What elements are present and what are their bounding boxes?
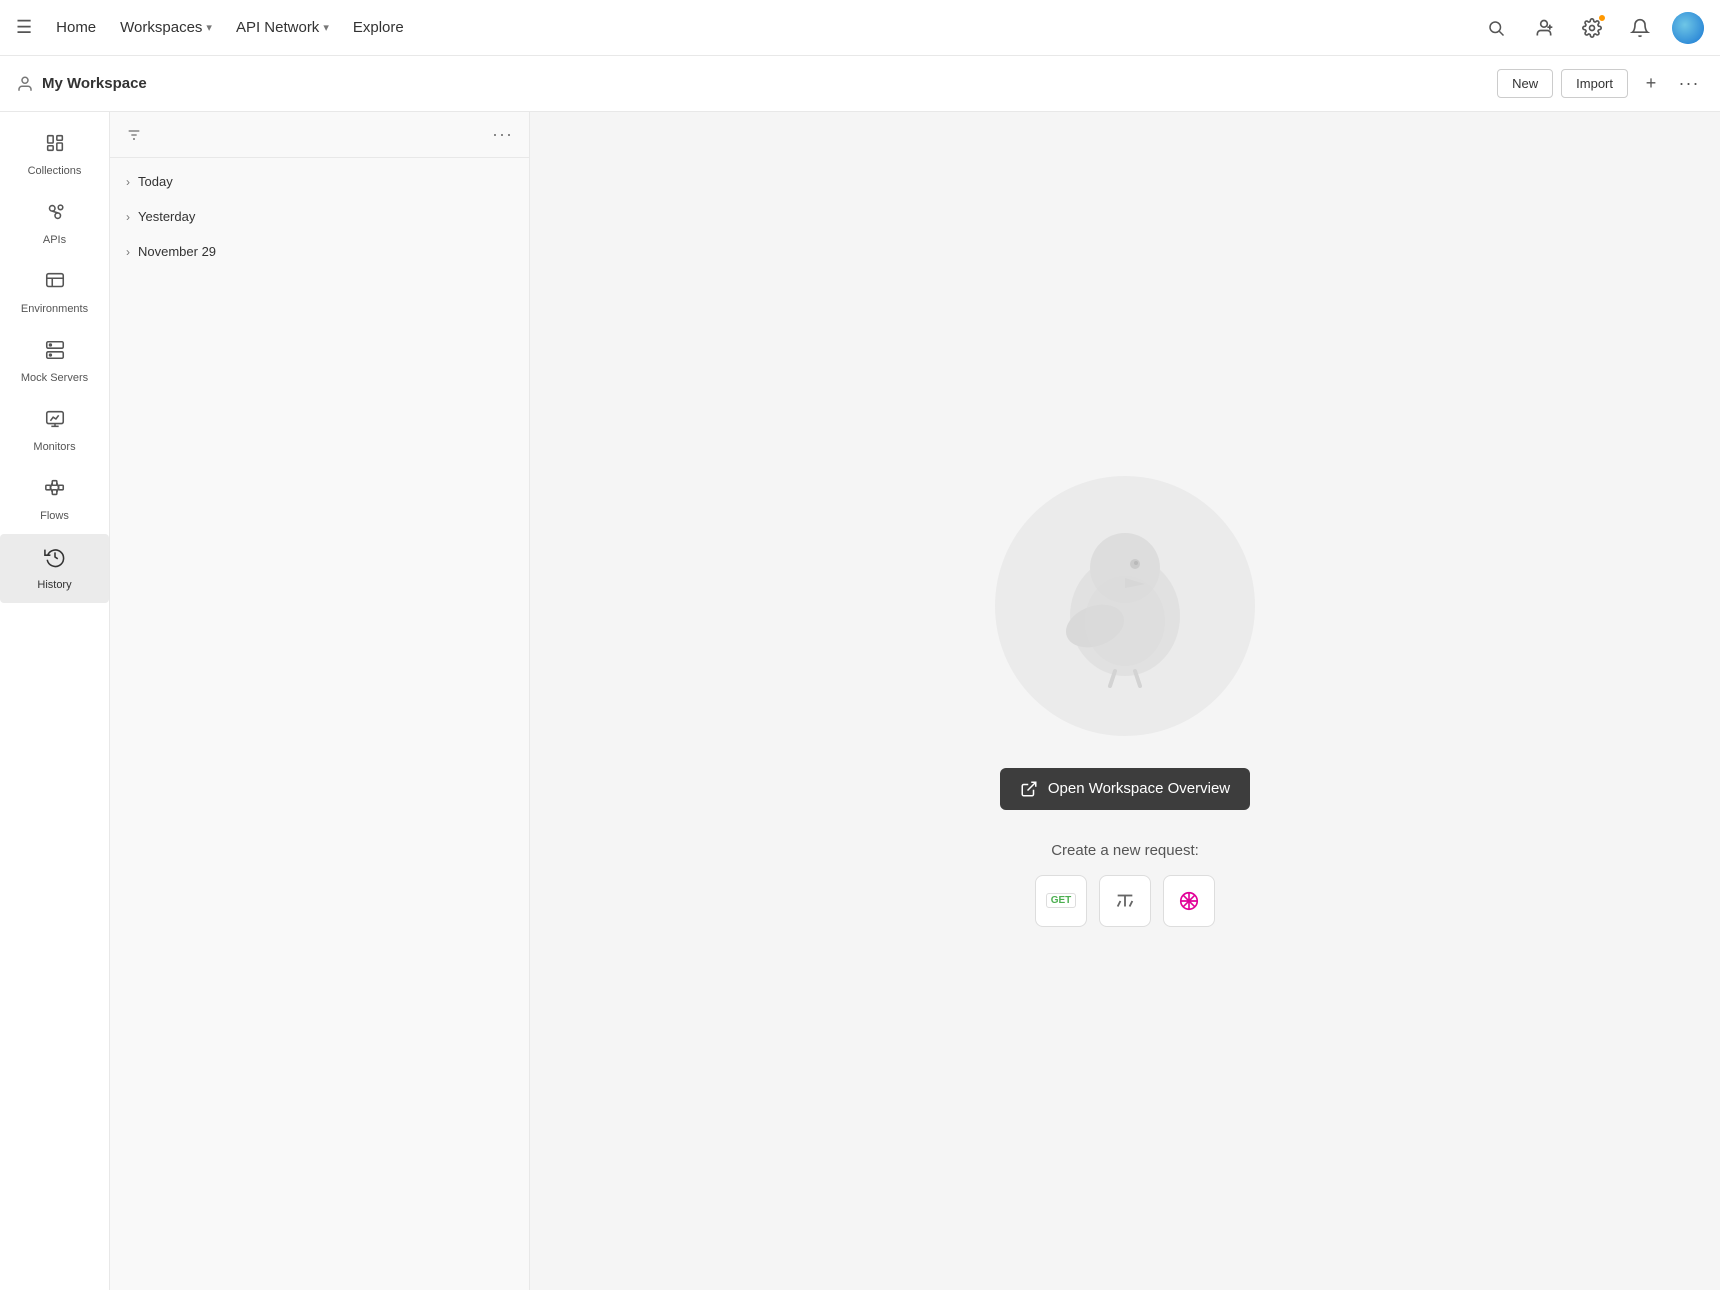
get-label: GET: [1046, 893, 1077, 908]
history-icon: [44, 546, 66, 574]
sidebar-item-environments[interactable]: Environments: [0, 258, 109, 327]
yesterday-label: Yesterday: [138, 209, 195, 224]
nov29-label: November 29: [138, 244, 216, 259]
sidebar-item-mock-servers[interactable]: Mock Servers: [0, 327, 109, 396]
mock-servers-icon: [44, 339, 66, 367]
mock-servers-label: Mock Servers: [21, 372, 88, 384]
history-group-today-header[interactable]: › Today: [110, 166, 529, 197]
history-search-input[interactable]: [150, 127, 484, 142]
filter-icon: [126, 127, 142, 143]
flows-icon: [44, 477, 66, 505]
import-button[interactable]: Import: [1561, 69, 1628, 98]
sidebar-item-collections[interactable]: Collections: [0, 120, 109, 189]
top-nav: ☰ Home Workspaces ▾ API Network ▾ Explor…: [0, 0, 1720, 56]
environments-label: Environments: [21, 303, 88, 315]
sidebar: Collections APIs Environm: [0, 112, 110, 1290]
history-group-today: › Today: [110, 166, 529, 197]
history-group-nov29-header[interactable]: › November 29: [110, 236, 529, 267]
open-workspace-overview-button[interactable]: Open Workspace Overview: [1000, 768, 1250, 810]
plus-icon: +: [1646, 73, 1657, 94]
history-panel: ··· › Today › Yesterday › November 29: [110, 112, 530, 1290]
search-button[interactable]: [1480, 12, 1512, 44]
add-button[interactable]: +: [1636, 69, 1666, 99]
external-link-icon: [1020, 780, 1038, 798]
sidebar-item-apis[interactable]: APIs: [0, 189, 109, 258]
more-icon: ···: [1679, 73, 1700, 94]
history-group-yesterday-header[interactable]: › Yesterday: [110, 201, 529, 232]
notifications-button[interactable]: [1624, 12, 1656, 44]
user-avatar[interactable]: [1672, 12, 1704, 44]
chevron-right-icon: ›: [126, 210, 130, 224]
search-icon: [1487, 19, 1505, 37]
more-options-button[interactable]: ···: [1674, 69, 1704, 99]
sidebar-item-flows[interactable]: Flows: [0, 465, 109, 534]
today-label: Today: [138, 174, 173, 189]
add-collaborator-button[interactable]: [1528, 12, 1560, 44]
history-group-nov29: › November 29: [110, 236, 529, 267]
history-list: › Today › Yesterday › November 29: [110, 158, 529, 1290]
history-label: History: [37, 579, 71, 591]
history-panel-header: ···: [110, 112, 529, 158]
apis-icon: [44, 201, 66, 229]
workspace-bar: My Workspace New Import + ···: [0, 56, 1720, 112]
settings-notification-dot: [1598, 14, 1606, 22]
monitors-label: Monitors: [33, 441, 75, 453]
workspace-actions: New Import + ···: [1497, 69, 1704, 99]
avatar-image: [1672, 12, 1704, 44]
bird-svg: [1035, 516, 1215, 696]
nav-api-network[interactable]: API Network ▾: [236, 19, 329, 36]
new-button[interactable]: New: [1497, 69, 1553, 98]
main-content: Open Workspace Overview Create a new req…: [530, 112, 1720, 1290]
history-group-yesterday: › Yesterday: [110, 201, 529, 232]
sidebar-item-history[interactable]: History: [0, 534, 109, 603]
graphql-icon: [1178, 890, 1200, 912]
main-layout: Collections APIs Environm: [0, 112, 1720, 1290]
postman-illustration: [995, 476, 1255, 736]
http-request-button[interactable]: [1099, 875, 1151, 927]
chevron-right-icon: ›: [126, 175, 130, 189]
workspace-name: My Workspace: [42, 75, 147, 92]
nav-workspaces[interactable]: Workspaces ▾: [120, 19, 212, 36]
nav-explore[interactable]: Explore: [353, 19, 404, 36]
get-request-button[interactable]: GET: [1035, 875, 1087, 927]
sidebar-item-monitors[interactable]: Monitors: [0, 396, 109, 465]
apis-label: APIs: [43, 234, 66, 246]
flows-label: Flows: [40, 510, 69, 522]
graphql-request-button[interactable]: [1163, 875, 1215, 927]
chevron-down-icon: ▾: [206, 21, 212, 34]
history-panel-more-button[interactable]: ···: [492, 124, 513, 145]
open-workspace-label: Open Workspace Overview: [1048, 780, 1230, 797]
user-icon: [16, 75, 34, 93]
nav-home[interactable]: Home: [56, 19, 96, 36]
create-request-label: Create a new request:: [1051, 842, 1199, 859]
request-type-buttons: GET: [1035, 875, 1215, 927]
monitors-icon: [44, 408, 66, 436]
collections-icon: [44, 132, 66, 160]
chevron-right-icon: ›: [126, 245, 130, 259]
chevron-down-icon: ▾: [323, 21, 329, 34]
settings-button[interactable]: [1576, 12, 1608, 44]
bell-icon: [1630, 18, 1650, 38]
menu-icon[interactable]: ☰: [16, 17, 32, 38]
add-user-icon: [1534, 18, 1554, 38]
workspace-title-section: My Workspace: [16, 75, 147, 93]
collections-label: Collections: [28, 165, 82, 177]
http-icon: [1114, 890, 1136, 912]
environments-icon: [44, 270, 66, 298]
